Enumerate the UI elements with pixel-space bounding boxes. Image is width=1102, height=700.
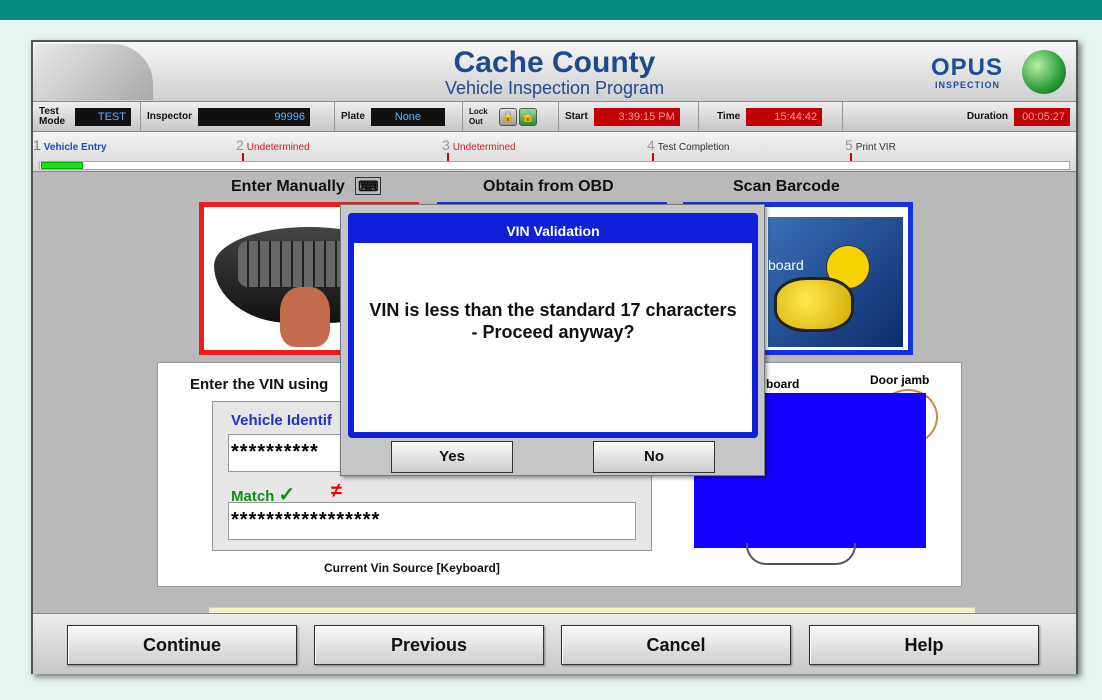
enter-manually-title: Enter Manually ⌨ <box>231 177 382 196</box>
continue-button[interactable]: Continue <box>67 625 297 665</box>
progress-track <box>39 161 1070 170</box>
lock-icon[interactable]: 🔒 <box>499 107 517 126</box>
keyboard-icon: ⌨ <box>355 177 382 195</box>
inspector-label: Inspector <box>147 110 193 122</box>
time-cell: Time 15:44:42 <box>699 102 843 131</box>
test-mode-label: Test Mode <box>39 105 66 127</box>
yes-button[interactable]: Yes <box>391 441 513 473</box>
status-bar: Test Mode TEST Inspector 99996 Plate Non… <box>33 102 1076 132</box>
help-button[interactable]: Help <box>809 625 1039 665</box>
dialog-frame: VIN Validation VIN is less than the stan… <box>348 213 758 438</box>
step-number: 3 <box>442 137 450 153</box>
inspector-cell: Inspector 99996 <box>141 102 335 131</box>
hand-image <box>280 287 330 347</box>
not-equal-icon: ≠ <box>331 480 342 502</box>
step-label: Print VIR <box>855 142 896 153</box>
logo-text: OPUS <box>931 54 1004 81</box>
step-4: 4 Test Completion <box>647 137 730 153</box>
vin-location-door-label: Door jamb <box>870 373 930 387</box>
logo-subtext: INSPECTION <box>935 80 1001 90</box>
opus-logo: OPUS INSPECTION <box>931 50 1066 96</box>
plate-cell: Plate None <box>335 102 463 131</box>
title-bar: Cache County Vehicle Inspection Program … <box>33 42 1076 102</box>
step-5: 5 Print VIR <box>845 137 896 153</box>
step-tick <box>242 153 244 161</box>
previous-button[interactable]: Previous <box>314 625 544 665</box>
app-title: Cache County <box>453 46 656 79</box>
lockout-label: Lock Out <box>469 106 488 126</box>
time-label: Time <box>717 110 741 122</box>
top-band <box>0 0 1102 20</box>
time-value: 15:44:42 <box>746 107 823 126</box>
obd-title: Obtain from OBD <box>483 178 614 195</box>
step-number: 4 <box>647 137 655 153</box>
step-label: Test Completion <box>657 142 730 153</box>
car-outline-icon <box>746 543 856 565</box>
step-tick <box>447 153 449 161</box>
start-label: Start <box>565 110 588 122</box>
step-vehicle-entry: 1 Vehicle Entry <box>33 137 107 153</box>
plate-value: None <box>370 107 445 126</box>
step-number: 2 <box>236 137 244 153</box>
barcode-title: Scan Barcode <box>733 178 840 195</box>
step-number: 5 <box>845 137 853 153</box>
enter-manually-label: Enter Manually <box>231 178 345 195</box>
start-cell: Start 3:39:15 PM <box>559 102 699 131</box>
step-label: Vehicle Entry <box>43 142 107 153</box>
vin-match-input[interactable]: ***************** <box>228 502 636 540</box>
progress-fill <box>41 162 83 169</box>
plate-label: Plate <box>341 110 365 122</box>
bottom-button-bar: Continue Previous Cancel Help <box>33 613 1076 674</box>
step-label: Undetermined <box>452 142 516 153</box>
progress-steps: 1 Vehicle Entry 2 Undetermined 3 Undetermin… <box>33 132 1076 172</box>
vin-field-label: Vehicle Identif <box>231 412 332 429</box>
app-subtitle: Vehicle Inspection Program <box>444 78 665 98</box>
vin-source-text: Current Vin Source [Keyboard] <box>324 561 500 575</box>
vin-prompt: Enter the VIN using <box>190 376 329 393</box>
inspector-value: 99996 <box>198 107 311 126</box>
barcode-image-text: board <box>768 257 804 273</box>
step-number: 1 <box>33 137 41 153</box>
vin-location-dashboard-label: board <box>766 377 800 391</box>
step-3: 3 Undetermined <box>442 137 516 153</box>
dialog-title: VIN Validation <box>354 219 752 243</box>
no-button[interactable]: No <box>593 441 715 473</box>
cancel-button[interactable]: Cancel <box>561 625 791 665</box>
duration-cell: Duration 00:05:27 <box>843 102 1076 131</box>
step-label: Undetermined <box>246 142 310 153</box>
dialog-message: VIN is less than the standard 17 charact… <box>369 300 737 342</box>
step-tick <box>652 153 654 161</box>
barcode-image: board <box>768 217 903 347</box>
vin-validation-dialog: VIN Validation VIN is less than the stan… <box>340 204 765 476</box>
globe-icon <box>1022 50 1066 94</box>
duration-label: Duration <box>966 110 1008 122</box>
car-icon <box>774 277 854 332</box>
step-tick <box>850 153 852 161</box>
lockout-cell: Lock Out 🔒 🔓 <box>463 102 559 131</box>
unlock-icon[interactable]: 🔓 <box>519 107 537 126</box>
test-mode-cell: Test Mode TEST <box>33 102 141 131</box>
duration-value: 00:05:27 <box>1014 107 1070 126</box>
start-value: 3:39:15 PM <box>593 107 680 126</box>
test-mode-value: TEST <box>75 107 131 126</box>
step-2: 2 Undetermined <box>236 137 310 153</box>
lockout-icons: 🔒 🔓 <box>499 107 537 126</box>
